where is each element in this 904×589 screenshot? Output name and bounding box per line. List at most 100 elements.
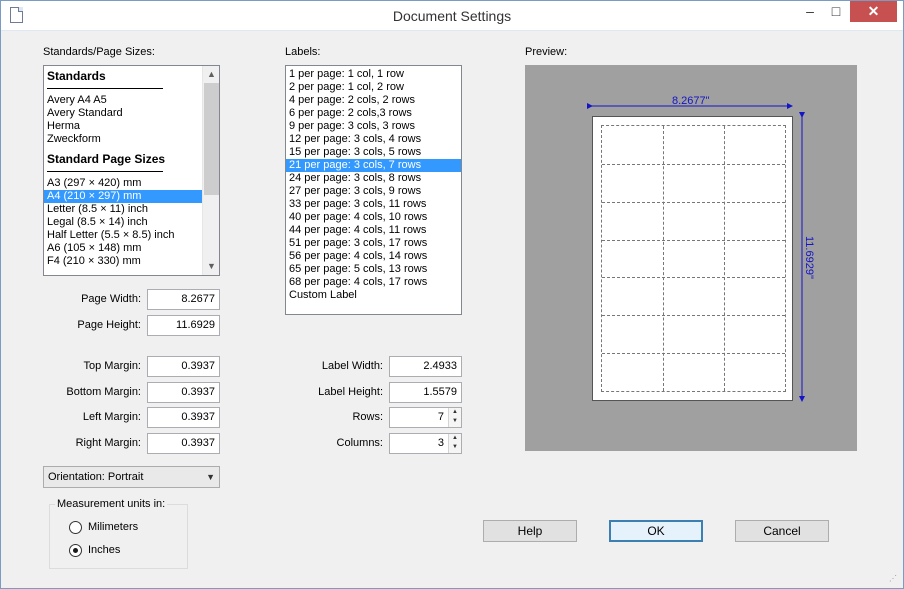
row-divider: [602, 163, 785, 165]
row-divider: [602, 201, 785, 203]
list-item[interactable]: 6 per page: 2 cols,3 rows: [286, 107, 461, 120]
list-item[interactable]: 51 per page: 3 cols, 17 rows: [286, 237, 461, 250]
spin-up-icon[interactable]: ▲: [449, 434, 461, 443]
page-preview: [592, 116, 793, 401]
bottom-margin-label: Bottom Margin:: [66, 386, 141, 398]
list-item[interactable]: F4 (210 × 330) mm: [44, 255, 202, 268]
scroll-up-icon[interactable]: ▲: [203, 66, 219, 83]
orientation-select[interactable]: Orientation: Portrait ▼: [43, 466, 220, 488]
cancel-button[interactable]: Cancel: [735, 520, 829, 542]
page-width-label: Page Width:: [81, 293, 141, 305]
list-item[interactable]: Avery Standard: [44, 107, 202, 120]
label-width-label: Label Width:: [321, 360, 383, 372]
page-height-field[interactable]: 11.6929: [147, 315, 220, 336]
list-item[interactable]: 2 per page: 1 col, 2 row: [286, 81, 461, 94]
labels-listbox[interactable]: 1 per page: 1 col, 1 row 2 per page: 1 co…: [285, 65, 462, 315]
list-item[interactable]: Zweckform: [44, 133, 202, 146]
list-item[interactable]: Custom Label: [286, 289, 461, 302]
list-item[interactable]: 21 per page: 3 cols, 7 rows: [286, 159, 461, 172]
scroll-thumb[interactable]: [204, 83, 219, 195]
list-item[interactable]: Legal (8.5 × 14) inch: [44, 216, 202, 229]
millimeters-label[interactable]: Milimeters: [88, 521, 138, 533]
scroll-down-icon[interactable]: ▼: [203, 258, 219, 275]
list-item[interactable]: Herma: [44, 120, 202, 133]
units-groupbox: [49, 504, 188, 569]
preview-label: Preview:: [525, 46, 568, 58]
list-item[interactable]: 40 per page: 4 cols, 10 rows: [286, 211, 461, 224]
row-divider: [602, 353, 785, 355]
top-margin-label: Top Margin:: [83, 360, 141, 372]
minimize-icon[interactable]: –: [797, 1, 823, 22]
standards-label: Standards/Page Sizes:: [43, 46, 155, 58]
label-height-field[interactable]: 1.5579: [389, 382, 462, 403]
rows-stepper[interactable]: 7 ▲ ▼: [389, 407, 462, 428]
columns-spin[interactable]: ▲ ▼: [448, 434, 461, 453]
group-header: Standard Page Sizes: [47, 152, 166, 166]
list-item[interactable]: 4 per page: 2 cols, 2 rows: [286, 94, 461, 107]
columns-stepper[interactable]: 3 ▲ ▼: [389, 433, 462, 454]
units-title: Measurement units in:: [55, 498, 168, 510]
rows-label: Rows:: [352, 411, 383, 423]
inches-radio[interactable]: [69, 544, 82, 557]
left-margin-field[interactable]: 0.3937: [147, 407, 220, 428]
list-item[interactable]: 68 per page: 4 cols, 17 rows: [286, 276, 461, 289]
top-margin-field[interactable]: 0.3937: [147, 356, 220, 377]
rows-value: 7: [437, 411, 444, 423]
preview-panel: 8.2677" 11.6929": [525, 65, 857, 451]
resize-grip-icon[interactable]: ⋰: [889, 574, 899, 584]
columns-label: Columns:: [336, 437, 383, 449]
list-item[interactable]: Half Letter (5.5 × 8.5) inch: [44, 229, 202, 242]
list-item[interactable]: Letter (8.5 × 11) inch: [44, 203, 202, 216]
group-divider: [44, 167, 202, 177]
window-title: Document Settings: [392, 8, 512, 24]
ok-button[interactable]: OK: [609, 520, 703, 542]
orientation-value: Orientation: Portrait: [48, 471, 144, 483]
list-item[interactable]: 12 per page: 3 cols, 4 rows: [286, 133, 461, 146]
list-item[interactable]: 65 per page: 5 cols, 13 rows: [286, 263, 461, 276]
right-margin-field[interactable]: 0.3937: [147, 433, 220, 454]
list-item[interactable]: 33 per page: 3 cols, 11 rows: [286, 198, 461, 211]
list-item[interactable]: 44 per page: 4 cols, 11 rows: [286, 224, 461, 237]
list-item[interactable]: A4 (210 × 297) mm: [44, 190, 202, 203]
list-item[interactable]: Avery A4 A5: [44, 94, 202, 107]
maximize-icon[interactable]: □: [823, 1, 849, 22]
spin-down-icon[interactable]: ▼: [449, 443, 461, 452]
help-button[interactable]: Help: [483, 520, 577, 542]
group-header: Standards: [47, 69, 106, 83]
columns-value: 3: [437, 437, 444, 449]
list-item[interactable]: 24 per page: 3 cols, 8 rows: [286, 172, 461, 185]
row-divider: [602, 315, 785, 317]
column-divider: [663, 126, 664, 391]
list-item[interactable]: 56 per page: 4 cols, 14 rows: [286, 250, 461, 263]
column-divider: [724, 126, 725, 391]
row-divider: [602, 277, 785, 279]
list-item[interactable]: A3 (297 × 420) mm: [44, 177, 202, 190]
left-margin-label: Left Margin:: [82, 411, 141, 423]
standards-scrollbar[interactable]: ▲ ▼: [202, 66, 219, 275]
spin-up-icon[interactable]: ▲: [449, 408, 461, 417]
close-icon[interactable]: ✕: [850, 1, 897, 22]
standards-listbox[interactable]: Standards Avery A4 A5 Avery Standard Herma Z…: [43, 65, 220, 276]
right-margin-label: Right Margin:: [75, 437, 141, 449]
height-dimension-text: 11.6929": [803, 236, 815, 279]
list-item[interactable]: 15 per page: 3 cols, 5 rows: [286, 146, 461, 159]
list-item[interactable]: 27 per page: 3 cols, 9 rows: [286, 185, 461, 198]
label-height-label: Label Height:: [318, 386, 383, 398]
list-item[interactable]: 9 per page: 3 cols, 3 rows: [286, 120, 461, 133]
title-bar[interactable]: Document Settings – □ ✕: [1, 1, 903, 31]
group-divider: [44, 84, 202, 94]
bottom-margin-field[interactable]: 0.3937: [147, 382, 220, 403]
list-item[interactable]: A6 (105 × 148) mm: [44, 242, 202, 255]
spin-down-icon[interactable]: ▼: [449, 417, 461, 426]
row-divider: [602, 239, 785, 241]
list-item[interactable]: 1 per page: 1 col, 1 row: [286, 68, 461, 81]
labels-label: Labels:: [285, 46, 321, 58]
millimeters-radio[interactable]: [69, 521, 82, 534]
label-width-field[interactable]: 2.4933: [389, 356, 462, 377]
page-width-field[interactable]: 8.2677: [147, 289, 220, 310]
rows-spin[interactable]: ▲ ▼: [448, 408, 461, 427]
label-grid: [601, 125, 786, 392]
page-height-label: Page Height:: [77, 319, 141, 331]
inches-label[interactable]: Inches: [88, 544, 120, 556]
chevron-down-icon: ▼: [206, 472, 215, 482]
